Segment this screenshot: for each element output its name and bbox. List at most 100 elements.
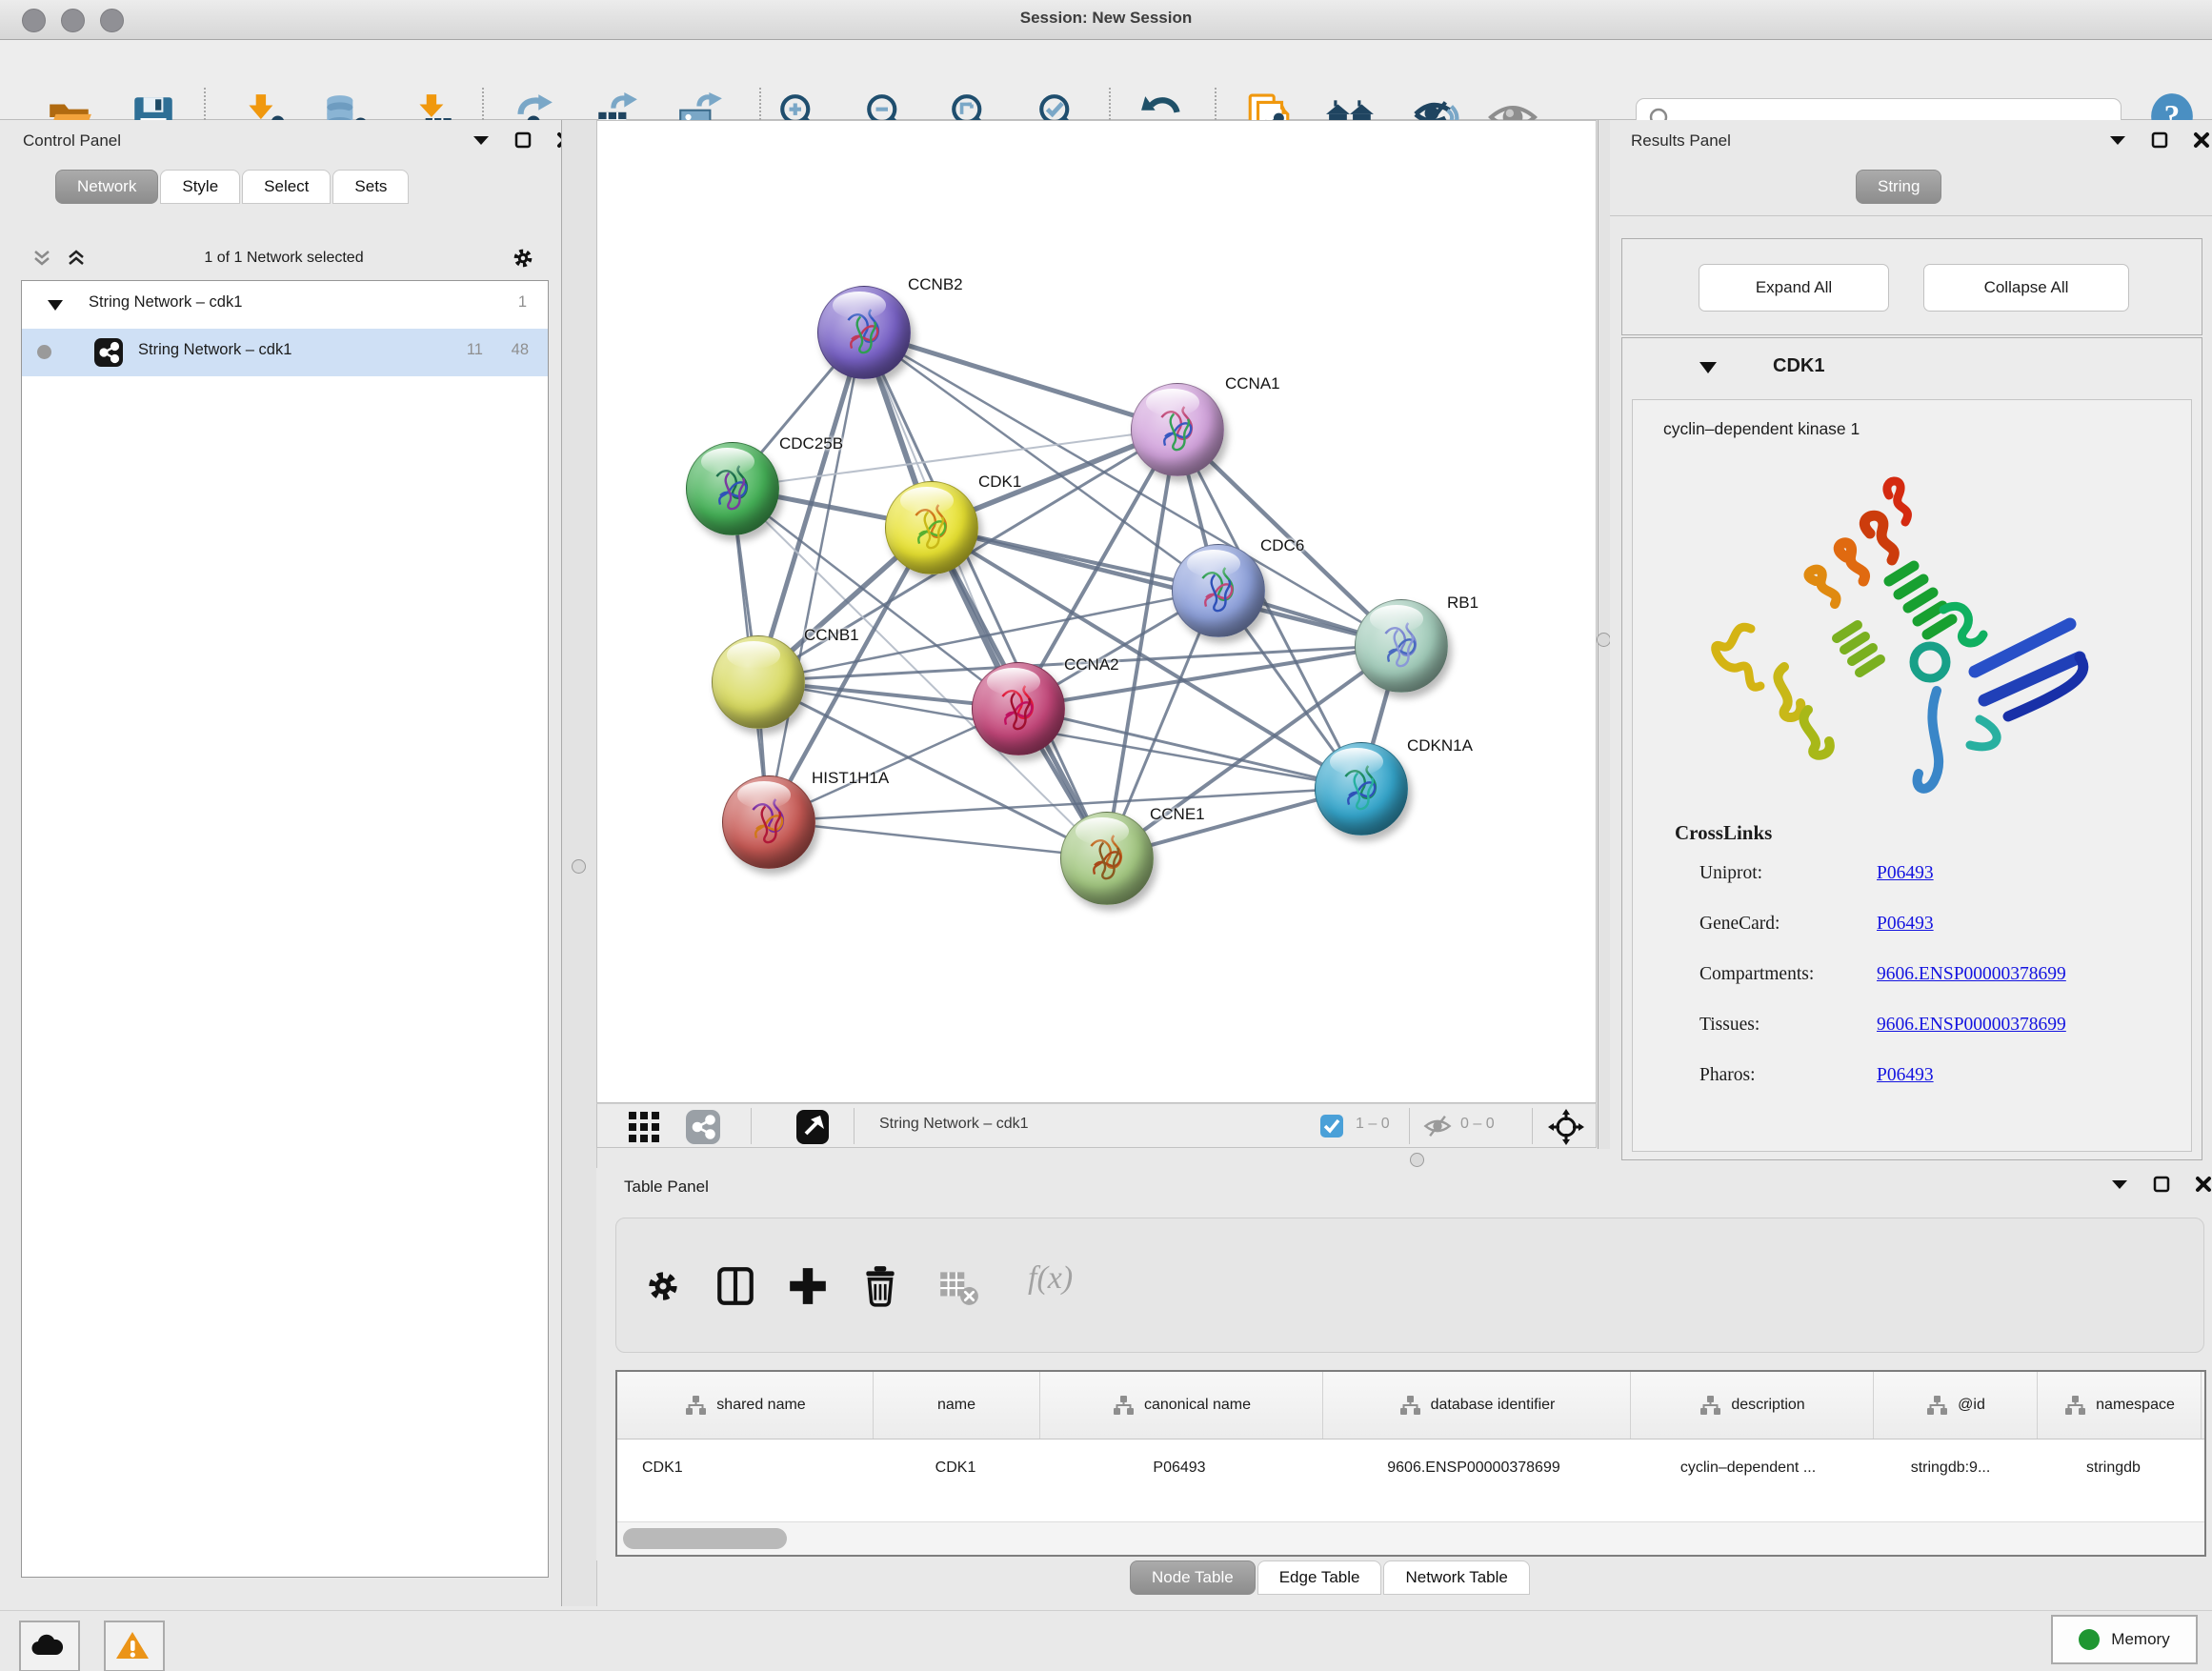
panel-float-icon[interactable]: [2149, 130, 2170, 151]
column-header--id[interactable]: @id: [1874, 1372, 2038, 1439]
column-namespace-icon: [684, 1394, 707, 1417]
right-splitter-grip[interactable]: [1597, 633, 1611, 647]
expand-all-button[interactable]: Expand All: [1699, 264, 1889, 312]
pan-crosshair-icon[interactable]: [1548, 1109, 1584, 1145]
hidden-eye-icon: [1422, 1112, 1453, 1140]
table-cell[interactable]: cyclin–dependent ...: [1627, 1439, 1869, 1498]
table-horizontal-scrollbar[interactable]: [617, 1521, 2204, 1555]
tab-sets[interactable]: Sets: [332, 170, 409, 204]
scrollbar-thumb[interactable]: [623, 1528, 787, 1549]
protein-node-hist1h1a[interactable]: [722, 775, 815, 869]
delete-column-icon[interactable]: [858, 1264, 902, 1308]
column-header-name[interactable]: name: [874, 1372, 1040, 1439]
protein-structure-thumbnail: [1132, 384, 1223, 475]
tab-style[interactable]: Style: [160, 170, 240, 204]
toolbar-separator: [751, 1108, 752, 1144]
warnings-button[interactable]: [104, 1621, 165, 1671]
show-columns-icon[interactable]: [714, 1264, 757, 1308]
network-view-canvas[interactable]: CCNB2CCNA1CDC25BCDK1CDC6RB1CCNB1CCNA2CDK…: [596, 120, 1597, 1103]
table-settings-gear-icon[interactable]: [641, 1264, 685, 1308]
crosslink-link[interactable]: P06493: [1877, 1065, 1934, 1086]
node-label-ccnb2: CCNB2: [908, 275, 963, 294]
column-header-shared-name[interactable]: shared name: [617, 1372, 874, 1439]
column-header-namespace[interactable]: namespace: [2038, 1372, 2202, 1439]
network-overview-icon[interactable]: [685, 1109, 721, 1145]
cloud-icon: [30, 1630, 65, 1661]
tab-string[interactable]: String: [1856, 170, 1941, 204]
panel-close-icon[interactable]: [2191, 130, 2212, 151]
protein-node-cdk1[interactable]: [885, 481, 978, 574]
entry-details: cyclin–dependent kinase 1: [1632, 399, 2192, 1152]
table-cell[interactable]: P06493: [1038, 1439, 1320, 1498]
table-cell[interactable]: stringdb: [2032, 1439, 2195, 1498]
panel-close-icon[interactable]: [2193, 1174, 2212, 1195]
tab-network[interactable]: Network: [55, 170, 158, 204]
panel-float-icon[interactable]: [2151, 1174, 2172, 1195]
column-header-label: @id: [1958, 1397, 1985, 1414]
results-panel-title: Results Panel: [1631, 131, 1731, 151]
table-row[interactable]: CDK1CDK1P064939606.ENSP00000378699cyclin…: [617, 1439, 2206, 1498]
entry-expander-icon[interactable]: [1699, 361, 1718, 374]
panel-menu-icon[interactable]: [471, 130, 492, 151]
cloud-status-button[interactable]: [19, 1621, 80, 1671]
tab-edge-table[interactable]: Edge Table: [1257, 1560, 1382, 1595]
protein-node-cdkn1a[interactable]: [1315, 742, 1408, 836]
birds-eye-view-icon[interactable]: [626, 1109, 662, 1145]
node-label-cdkn1a: CDKN1A: [1407, 736, 1473, 755]
collection-expander-icon[interactable]: [47, 298, 64, 312]
protein-structure-image: [1694, 467, 2132, 810]
tab-select[interactable]: Select: [242, 170, 331, 204]
crosslink-link[interactable]: 9606.ENSP00000378699: [1877, 1015, 2066, 1036]
create-column-icon[interactable]: [786, 1264, 830, 1308]
network-row-selected[interactable]: String Network – cdk1 11 48: [22, 329, 548, 376]
table-cell[interactable]: CDK1: [873, 1439, 1038, 1498]
table-tabs: Node TableEdge TableNetwork Table: [1130, 1560, 1532, 1595]
network-edge[interactable]: [768, 821, 1106, 857]
tab-network-table[interactable]: Network Table: [1383, 1560, 1529, 1595]
network-options-gear-icon[interactable]: [509, 244, 537, 272]
protein-node-ccna2[interactable]: [972, 662, 1065, 755]
results-actions-box: Expand All Collapse All: [1621, 238, 2202, 335]
panel-menu-icon[interactable]: [2109, 1174, 2130, 1195]
open-view-in-window-icon[interactable]: [794, 1109, 831, 1145]
protein-node-ccnb2[interactable]: [817, 286, 911, 379]
network-collection-row[interactable]: String Network – cdk1 1: [22, 281, 548, 329]
panel-menu-icon[interactable]: [2107, 130, 2128, 151]
network-edge[interactable]: [768, 332, 863, 821]
column-header-description[interactable]: description: [1631, 1372, 1874, 1439]
left-splitter-grip[interactable]: [572, 859, 586, 874]
memory-button[interactable]: Memory: [2051, 1615, 2198, 1664]
bottom-splitter-grip[interactable]: [1410, 1153, 1424, 1167]
crosslink-link[interactable]: 9606.ENSP00000378699: [1877, 964, 2066, 985]
protein-structure-thumbnail: [1316, 743, 1407, 835]
network-edge[interactable]: [863, 332, 1176, 429]
table-panel: Table Panel f(x) shared nam: [596, 1168, 2212, 1560]
protein-node-ccna1[interactable]: [1131, 383, 1224, 476]
crosslink-row: Tissues:9606.ENSP00000378699: [1699, 1015, 2176, 1065]
protein-node-cdc25b[interactable]: [686, 442, 779, 535]
protein-node-rb1[interactable]: [1355, 599, 1448, 693]
crosslink-link[interactable]: P06493: [1877, 914, 1934, 935]
column-header-database-identifier[interactable]: database identifier: [1323, 1372, 1631, 1439]
collapse-all-button[interactable]: Collapse All: [1923, 264, 2129, 312]
entry-header[interactable]: CDK1: [1622, 338, 2202, 399]
collection-count: 1: [518, 293, 527, 312]
protein-node-ccne1[interactable]: [1060, 812, 1154, 905]
selected-checkbox-icon[interactable]: [1319, 1114, 1344, 1138]
entry-description: cyclin–dependent kinase 1: [1663, 419, 1860, 439]
node-table[interactable]: shared namenamecanonical namedatabase id…: [615, 1370, 2206, 1557]
tab-node-table[interactable]: Node Table: [1130, 1560, 1256, 1595]
column-header-canonical-name[interactable]: canonical name: [1040, 1372, 1323, 1439]
protein-structure-thumbnail: [723, 776, 814, 868]
protein-node-cdc6[interactable]: [1172, 544, 1265, 637]
column-namespace-icon: [1925, 1394, 1948, 1417]
table-cell[interactable]: CDK1: [617, 1439, 873, 1498]
window-title: Session: New Session: [0, 9, 2212, 28]
protein-structure-thumbnail: [818, 287, 910, 378]
table-cell[interactable]: 9606.ENSP00000378699: [1320, 1439, 1627, 1498]
control-panel-tabs: NetworkStyleSelectSets: [55, 170, 411, 204]
crosslink-link[interactable]: P06493: [1877, 863, 1934, 884]
panel-float-icon[interactable]: [513, 130, 533, 151]
protein-node-ccnb1[interactable]: [712, 635, 805, 729]
table-cell[interactable]: stringdb:9...: [1869, 1439, 2032, 1498]
